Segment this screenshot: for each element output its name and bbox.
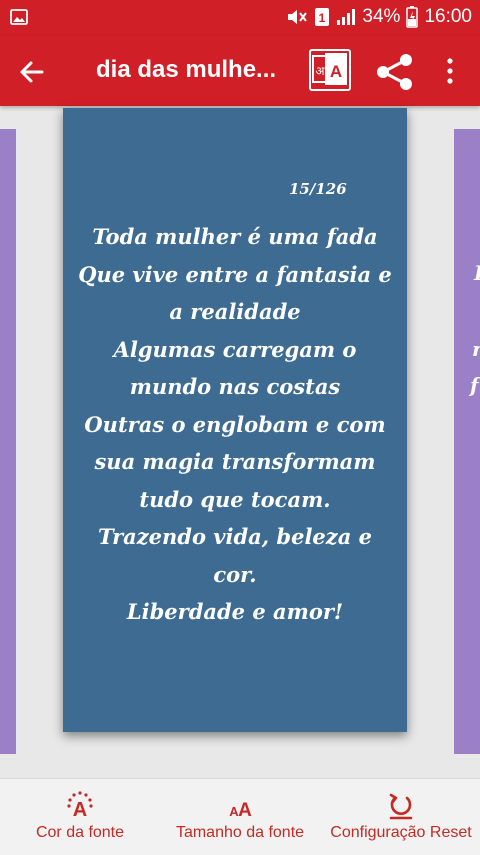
font-color-icon: A <box>65 791 95 826</box>
more-options-button[interactable] <box>440 56 460 86</box>
svg-text:A: A <box>73 799 87 821</box>
reset-button[interactable]: Configuração Reset <box>328 779 474 855</box>
page-title: dia das mulhe... <box>96 56 277 83</box>
previous-card[interactable] <box>0 129 16 754</box>
reset-label: Configuração Reset <box>330 824 472 841</box>
next-card-text: f <box>470 373 479 397</box>
page-counter: 15/126 <box>289 180 347 198</box>
image-icon <box>10 9 28 29</box>
reset-icon <box>386 791 416 826</box>
quote-line: sua magia transformam <box>94 449 376 474</box>
translate-icon: अ A <box>309 49 351 91</box>
quote-line: cor. <box>213 561 257 587</box>
quote-line: tudo que tocam. <box>139 486 331 512</box>
quote-line: Liberdade e amor! <box>126 599 344 624</box>
next-card-text: n <box>472 337 480 361</box>
battery-icon <box>406 6 419 28</box>
quote-line: a realidade <box>169 299 301 324</box>
battery-percent: 34% <box>362 6 401 27</box>
font-size-icon: A A <box>225 791 255 826</box>
quote-line: Outras o englobam e com <box>84 411 386 437</box>
font-color-button[interactable]: A Cor da fonte <box>10 779 150 855</box>
bottom-toolbar: A Cor da fonte A A Tamanho da fonte Conf… <box>0 778 480 855</box>
svg-text:1: 1 <box>319 11 326 25</box>
sim-icon: 1 <box>314 7 330 27</box>
more-vert-icon <box>447 58 453 84</box>
share-button[interactable] <box>374 53 416 91</box>
signal-icon <box>336 8 356 26</box>
translate-button[interactable]: अ A <box>309 49 351 91</box>
share-icon <box>377 54 412 90</box>
app-bar: dia das mulhe... अ A <box>0 36 480 106</box>
next-card-text: I <box>474 261 480 285</box>
quote-line: Que vive entre a fantasia e <box>78 261 392 287</box>
quote-card[interactable]: 15/126 Toda mulher é uma fada Que vive e… <box>63 108 407 732</box>
svg-text:अ: अ <box>315 64 325 78</box>
quote-line: Trazendo vida, beleza e <box>97 524 372 549</box>
next-card[interactable]: I n f <box>454 129 480 754</box>
back-button[interactable] <box>18 58 46 86</box>
font-color-label: Cor da fonte <box>35 824 125 841</box>
quote-line: Algumas carregam o <box>113 336 357 362</box>
clock: 16:00 <box>424 6 472 27</box>
quote-text: Toda mulher é uma fada Que vive entre a … <box>63 218 407 631</box>
status-bar: 1 34% 16:00 <box>0 0 480 36</box>
quote-line: Toda mulher é uma fada <box>92 224 378 249</box>
font-size-label: Tamanho da fonte <box>175 824 305 841</box>
font-size-button[interactable]: A A Tamanho da fonte <box>168 779 312 855</box>
svg-text:A: A <box>330 62 342 81</box>
back-arrow-icon <box>20 61 44 83</box>
svg-text:A: A <box>238 800 252 821</box>
quote-line: mundo nas costas <box>129 374 341 399</box>
mute-icon <box>286 7 308 27</box>
